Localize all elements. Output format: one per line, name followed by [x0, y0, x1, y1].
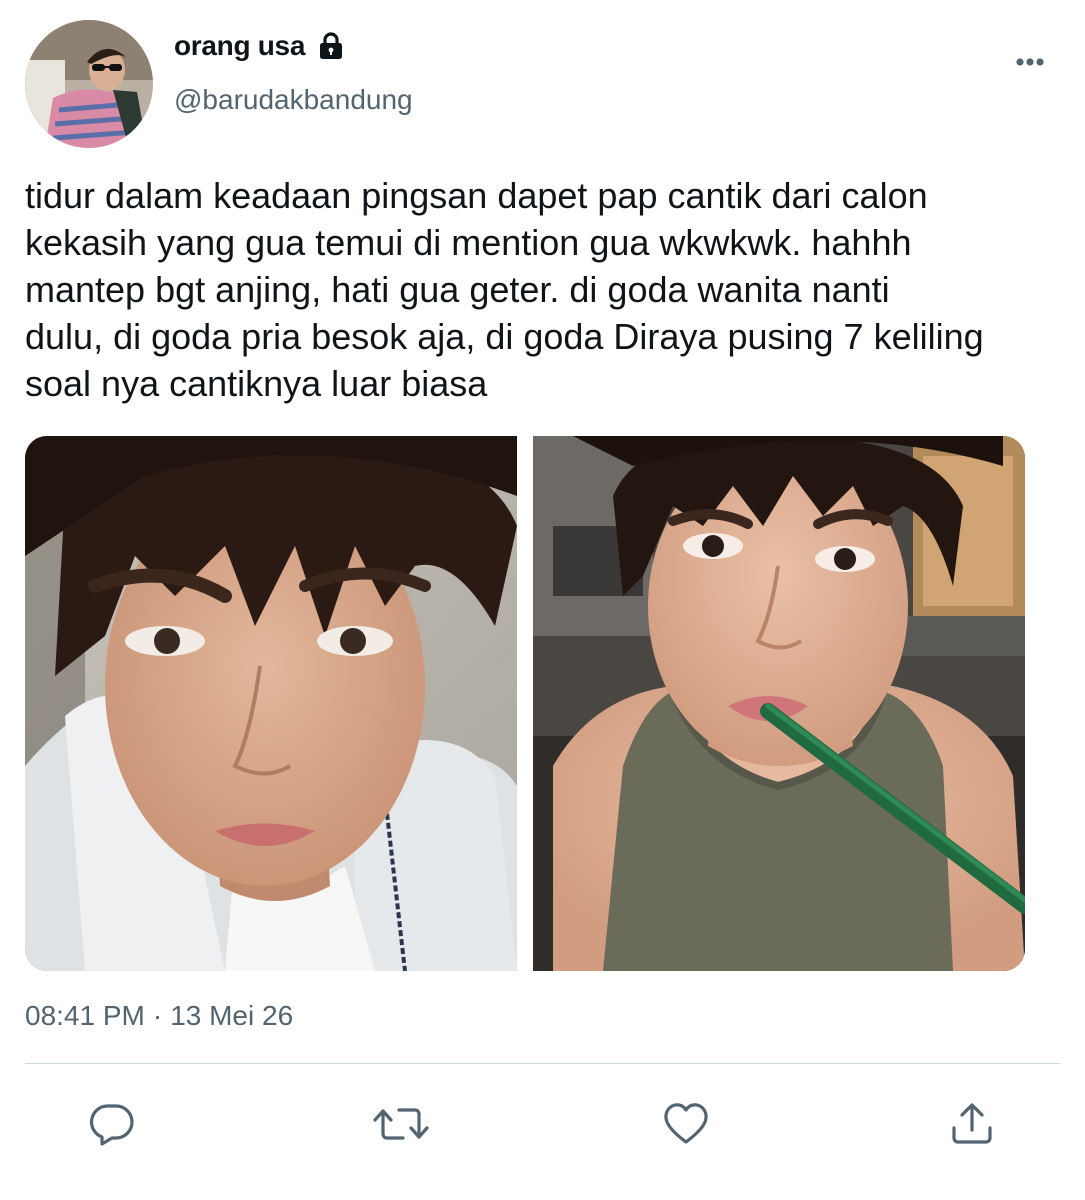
tweet-photo-1[interactable]	[25, 436, 517, 971]
tweet-date: 13 Mei 26	[170, 1000, 294, 1031]
tweet-photo-2[interactable]	[533, 436, 1025, 971]
avatar[interactable]	[25, 20, 153, 148]
share-button[interactable]	[948, 1100, 996, 1148]
share-icon	[952, 1103, 992, 1144]
more-options-icon[interactable]	[1010, 50, 1050, 74]
reply-button[interactable]	[88, 1100, 136, 1148]
meta-separator: ·	[152, 1000, 163, 1031]
author-name-row: orang usa	[174, 30, 345, 62]
retweet-button[interactable]	[373, 1100, 429, 1148]
lock-icon	[317, 31, 345, 61]
reply-icon	[89, 1104, 134, 1146]
author-handle[interactable]: @barudakbandung	[174, 84, 413, 116]
tweet-timestamp[interactable]: 08:41 PM · 13 Mei 26	[25, 1000, 293, 1032]
tweet-text: tidur dalam keadaan pingsan dapet pap ca…	[25, 175, 984, 404]
like-button[interactable]	[662, 1100, 710, 1148]
retweet-icon	[373, 1108, 429, 1140]
tweet-time: 08:41 PM	[25, 1000, 145, 1031]
heart-icon	[664, 1103, 708, 1144]
tweet-card: orang usa @barudakbandung tidur dalam ke…	[0, 0, 1085, 1200]
display-name[interactable]: orang usa	[174, 30, 305, 62]
divider	[25, 1063, 1060, 1064]
